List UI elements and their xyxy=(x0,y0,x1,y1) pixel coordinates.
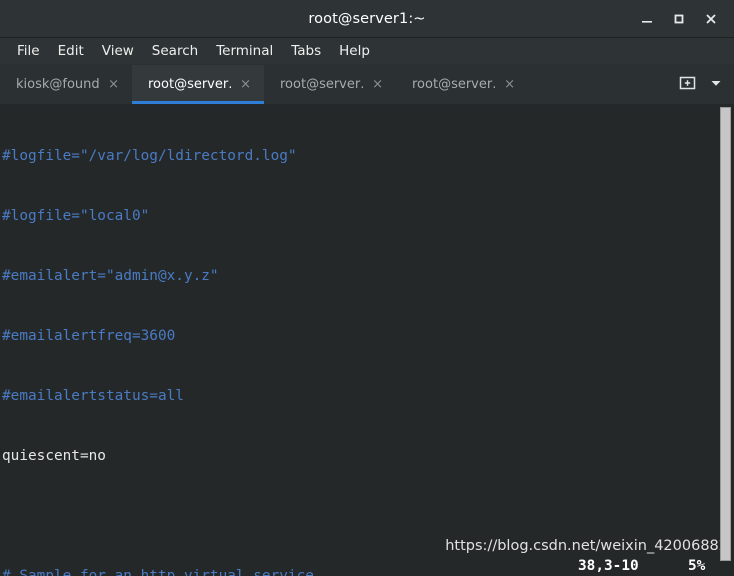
terminal-line: quiescent=no xyxy=(2,448,106,464)
chevron-down-icon xyxy=(709,75,723,94)
terminal-body[interactable]: #logfile="/var/log/ldirectord.log" #logf… xyxy=(0,105,734,576)
menu-item-terminal[interactable]: Terminal xyxy=(207,41,282,61)
maximize-icon xyxy=(672,12,686,26)
minimize-icon xyxy=(640,12,654,26)
new-tab-icon xyxy=(679,74,696,95)
terminal-line: #logfile="/var/log/ldirectord.log" xyxy=(2,148,297,164)
tab-root-server-2[interactable]: root@server… × xyxy=(264,65,396,104)
window-controls xyxy=(632,0,726,38)
scrollbar-thumb[interactable] xyxy=(720,107,731,561)
menu-item-view[interactable]: View xyxy=(93,41,143,61)
tab-root-server-1[interactable]: root@server… × xyxy=(132,65,264,104)
menu-item-edit[interactable]: Edit xyxy=(49,41,93,61)
tab-close-icon[interactable]: × xyxy=(369,76,386,93)
tab-close-icon[interactable]: × xyxy=(105,76,122,93)
tab-label: kiosk@found… xyxy=(16,77,100,92)
window-title: root@server1:~ xyxy=(308,10,426,27)
vertical-scrollbar[interactable] xyxy=(720,105,731,576)
tab-label: root@server… xyxy=(148,77,231,92)
tab-list-button[interactable] xyxy=(704,65,734,104)
tab-close-icon[interactable]: × xyxy=(501,76,518,93)
close-button[interactable] xyxy=(696,4,726,34)
minimize-button[interactable] xyxy=(632,4,662,34)
tab-root-server-3[interactable]: root@server… × xyxy=(396,65,528,104)
terminal-line: #emailalertstatus=all xyxy=(2,388,184,404)
close-icon xyxy=(704,12,718,26)
terminal-line: #logfile="local0" xyxy=(2,208,150,224)
tab-label: root@server… xyxy=(412,77,495,92)
tabbar-spacer xyxy=(528,65,670,104)
cursor-position: 38,3-10 xyxy=(578,558,639,574)
new-tab-button[interactable] xyxy=(670,65,704,104)
terminal-window: root@server1:~ File Edit View Search Ter… xyxy=(0,0,734,576)
menu-item-help[interactable]: Help xyxy=(330,41,379,61)
vim-buffer: #logfile="/var/log/ldirectord.log" #logf… xyxy=(2,106,734,576)
vim-statusline: -- INSERT -- 38,3-10 5% xyxy=(0,556,734,576)
menu-item-file[interactable]: File xyxy=(8,41,49,61)
tab-kiosk-found[interactable]: kiosk@found… × xyxy=(0,65,132,104)
tabbar: kiosk@found… × root@server… × root@serve… xyxy=(0,65,734,105)
titlebar: root@server1:~ xyxy=(0,0,734,38)
terminal-line: #emailalertfreq=3600 xyxy=(2,328,176,344)
menu-item-search[interactable]: Search xyxy=(143,41,207,61)
terminal-line: #emailalert="admin@x.y.z" xyxy=(2,268,219,284)
menubar: File Edit View Search Terminal Tabs Help xyxy=(0,38,734,65)
tab-close-icon[interactable]: × xyxy=(237,76,254,93)
menu-item-tabs[interactable]: Tabs xyxy=(282,41,330,61)
scroll-percent: 5% xyxy=(688,558,706,574)
maximize-button[interactable] xyxy=(664,4,694,34)
tab-label: root@server… xyxy=(280,77,363,92)
